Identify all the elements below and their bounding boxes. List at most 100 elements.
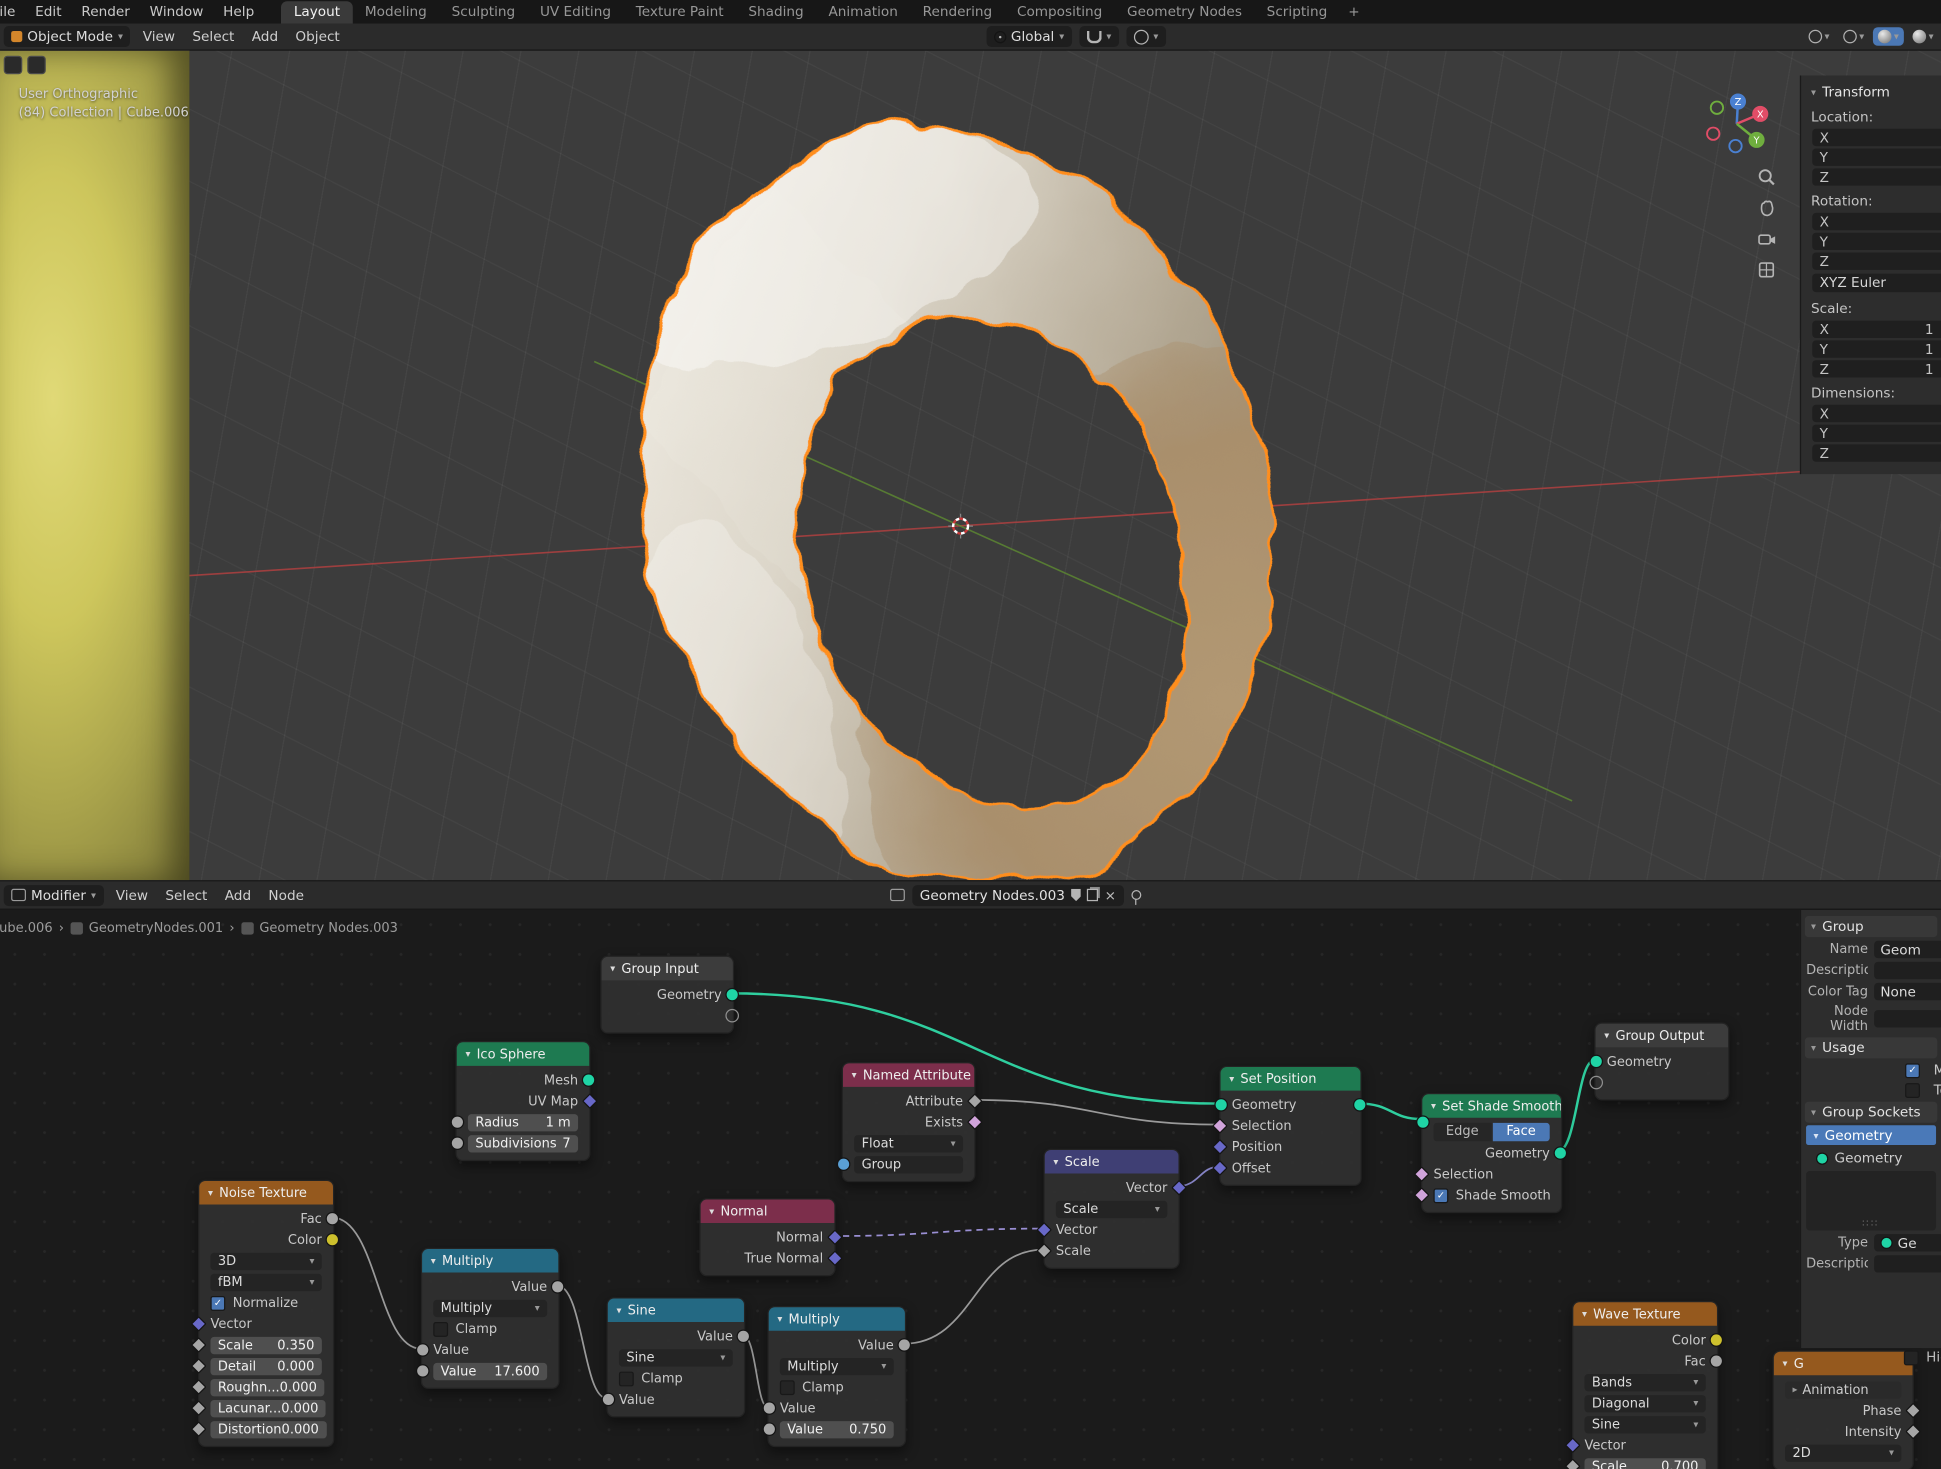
viewport-menu-add[interactable]: Add xyxy=(243,28,287,44)
socket-virtual[interactable] xyxy=(1589,1076,1603,1090)
proportional-editing-dropdown[interactable]: ▾ xyxy=(1126,26,1166,47)
resize-grip[interactable]: ∷∷ xyxy=(1862,1218,1880,1229)
group-description-field[interactable] xyxy=(1874,962,1941,979)
value-field[interactable]: Value17.600 xyxy=(433,1362,547,1379)
editor-menu-node[interactable]: Node xyxy=(260,887,313,903)
tab-layout[interactable]: Layout xyxy=(281,1,352,23)
unlink-icon[interactable]: × xyxy=(1105,887,1116,903)
socket-list-box[interactable]: ∷∷ xyxy=(1806,1171,1936,1230)
operation-dropdown[interactable]: Sine▾ xyxy=(619,1349,733,1366)
clamp-checkbox[interactable] xyxy=(433,1321,448,1336)
socket-value-in-2[interactable] xyxy=(763,1422,777,1436)
viewport-options-icon[interactable] xyxy=(27,56,46,75)
show-gizmo-dropdown[interactable]: ▾ xyxy=(1804,27,1835,46)
operation-dropdown[interactable]: Multiply▾ xyxy=(780,1357,894,1374)
node-normal[interactable]: ▾Normal Normal True Normal xyxy=(699,1198,835,1276)
pin-icon[interactable] xyxy=(1131,890,1141,900)
node-multiply-2[interactable]: ▾Multiply Value Multiply▾ Clamp Value Va… xyxy=(767,1306,906,1447)
socket-radius-in[interactable] xyxy=(451,1115,465,1129)
socket-description-field[interactable] xyxy=(1874,1255,1941,1272)
node-group-input[interactable]: ▾Group Input Geometry xyxy=(600,956,734,1034)
snapping-dropdown[interactable]: ▾ xyxy=(1079,26,1119,47)
shading-material-preview-button[interactable]: ▾ xyxy=(1873,27,1904,46)
editor-type-icon[interactable] xyxy=(4,56,23,75)
attribute-name-field[interactable]: Group xyxy=(854,1156,963,1173)
socket-geometry-in[interactable] xyxy=(1416,1115,1430,1129)
new-copy-icon[interactable] xyxy=(1087,889,1098,901)
clamp-checkbox[interactable] xyxy=(619,1371,634,1386)
animation-panel-header[interactable]: ▸Animation xyxy=(1785,1381,1901,1398)
transform-panel-header[interactable]: ▾Transform xyxy=(1801,80,1941,104)
socket-geometry-in[interactable] xyxy=(1214,1098,1228,1112)
menu-window[interactable]: Window xyxy=(140,4,213,20)
socket-value-in[interactable] xyxy=(602,1393,616,1407)
node-sine[interactable]: ▾Sine Value Sine▾ Clamp Value xyxy=(607,1297,746,1417)
dimensions-x-field[interactable]: X xyxy=(1812,405,1941,422)
add-workspace-button[interactable]: + xyxy=(1340,1,1369,23)
tab-sculpting[interactable]: Sculpting xyxy=(439,1,527,23)
detail-field[interactable]: Detail0.000 xyxy=(210,1357,321,1374)
socket-geometry-out[interactable] xyxy=(1554,1146,1568,1160)
viewport-3d[interactable]: User Orthographic (84) Collection | Cube… xyxy=(0,51,1941,880)
group-sockets-panel-header[interactable]: ▾Group Sockets xyxy=(1805,1102,1937,1123)
dimensions-z-field[interactable]: Z xyxy=(1812,444,1941,461)
viewport-menu-view[interactable]: View xyxy=(134,28,184,44)
direction-dropdown[interactable]: Diagonal▾ xyxy=(1584,1394,1705,1411)
face-button[interactable]: Face xyxy=(1492,1123,1550,1142)
socket-value-out[interactable] xyxy=(897,1338,911,1352)
group-panel-header[interactable]: ▾Group xyxy=(1805,916,1937,937)
node-multiply-1[interactable]: ▾Multiply Value Multiply▾ Clamp Value Va… xyxy=(421,1248,560,1389)
lacunarity-field[interactable]: Lacunar...0.000 xyxy=(210,1399,325,1416)
node-noise-texture[interactable]: ▾Noise Texture Fac Color 3D▾ fBM▾ ✓Norma… xyxy=(198,1180,334,1447)
location-x-field[interactable]: X xyxy=(1812,129,1941,146)
breadcrumb-object[interactable]: Cube.006 xyxy=(0,921,53,936)
scale-x-field[interactable]: X1 xyxy=(1812,321,1941,338)
transform-orientation-dropdown[interactable]: Global▾ xyxy=(986,26,1072,47)
node-editor[interactable]: Cube.006 › GeometryNodes.001 › Geometry … xyxy=(0,910,1941,1469)
tab-rendering[interactable]: Rendering xyxy=(910,1,1004,23)
node-tree-browse-icon[interactable] xyxy=(890,889,905,901)
mode-dropdown[interactable]: Object Mode▾ xyxy=(4,26,131,47)
socket-virtual[interactable] xyxy=(725,1009,739,1023)
menu-help[interactable]: Help xyxy=(213,4,264,20)
scale-z-field[interactable]: Z1 xyxy=(1812,360,1941,377)
socket-fac-out[interactable] xyxy=(1710,1354,1724,1368)
tab-animation[interactable]: Animation xyxy=(816,1,910,23)
mode-dropdown[interactable]: 2D▾ xyxy=(1785,1444,1901,1461)
noise-type-dropdown[interactable]: fBM▾ xyxy=(210,1273,321,1290)
toggle-view-icon[interactable] xyxy=(1757,260,1777,280)
viewport-canvas[interactable] xyxy=(0,51,1941,880)
socket-item-row[interactable]: Geometry xyxy=(1801,1148,1941,1169)
operation-dropdown[interactable]: Scale▾ xyxy=(1056,1200,1167,1217)
editor-menu-add[interactable]: Add xyxy=(216,887,260,903)
subdivisions-field[interactable]: Subdivisions7 xyxy=(468,1135,578,1152)
socket-subdivisions-in[interactable] xyxy=(451,1136,465,1150)
scale-y-field[interactable]: Y1 xyxy=(1812,340,1941,357)
location-z-field[interactable]: Z xyxy=(1812,168,1941,185)
camera-view-icon[interactable] xyxy=(1757,229,1777,249)
usage-tool-checkbox[interactable] xyxy=(1905,1083,1920,1098)
socket-geometry-out[interactable] xyxy=(725,988,739,1002)
menu-edit[interactable]: Edit xyxy=(25,4,71,20)
socket-geometry-out[interactable] xyxy=(1353,1098,1367,1112)
scale-field[interactable]: Scale0.350 xyxy=(210,1336,321,1353)
rotation-z-field[interactable]: Z xyxy=(1812,253,1941,270)
domain-toggle[interactable]: EdgeFace xyxy=(1433,1123,1549,1142)
distortion-field[interactable]: Distortion0.000 xyxy=(210,1420,326,1437)
location-y-field[interactable]: Y xyxy=(1812,149,1941,166)
profile-dropdown[interactable]: Sine▾ xyxy=(1584,1416,1705,1433)
operation-dropdown[interactable]: Multiply▾ xyxy=(433,1299,547,1316)
socket-name-in[interactable] xyxy=(837,1157,851,1171)
socket-mesh-out[interactable] xyxy=(582,1073,596,1087)
socket-geometry-in[interactable] xyxy=(1589,1055,1603,1069)
group-name-field[interactable]: Geom xyxy=(1874,941,1941,958)
fake-user-shield-icon[interactable] xyxy=(1071,889,1081,901)
clamp-checkbox[interactable] xyxy=(780,1380,795,1395)
tab-texture-paint[interactable]: Texture Paint xyxy=(623,1,736,23)
pan-hand-icon[interactable] xyxy=(1757,198,1777,218)
socket-value-out[interactable] xyxy=(551,1280,565,1294)
wave-type-dropdown[interactable]: Bands▾ xyxy=(1584,1373,1705,1390)
roughness-field[interactable]: Roughn...0.000 xyxy=(210,1378,324,1395)
rotation-x-field[interactable]: X xyxy=(1812,213,1941,230)
radius-field[interactable]: Radius1 m xyxy=(468,1113,578,1130)
